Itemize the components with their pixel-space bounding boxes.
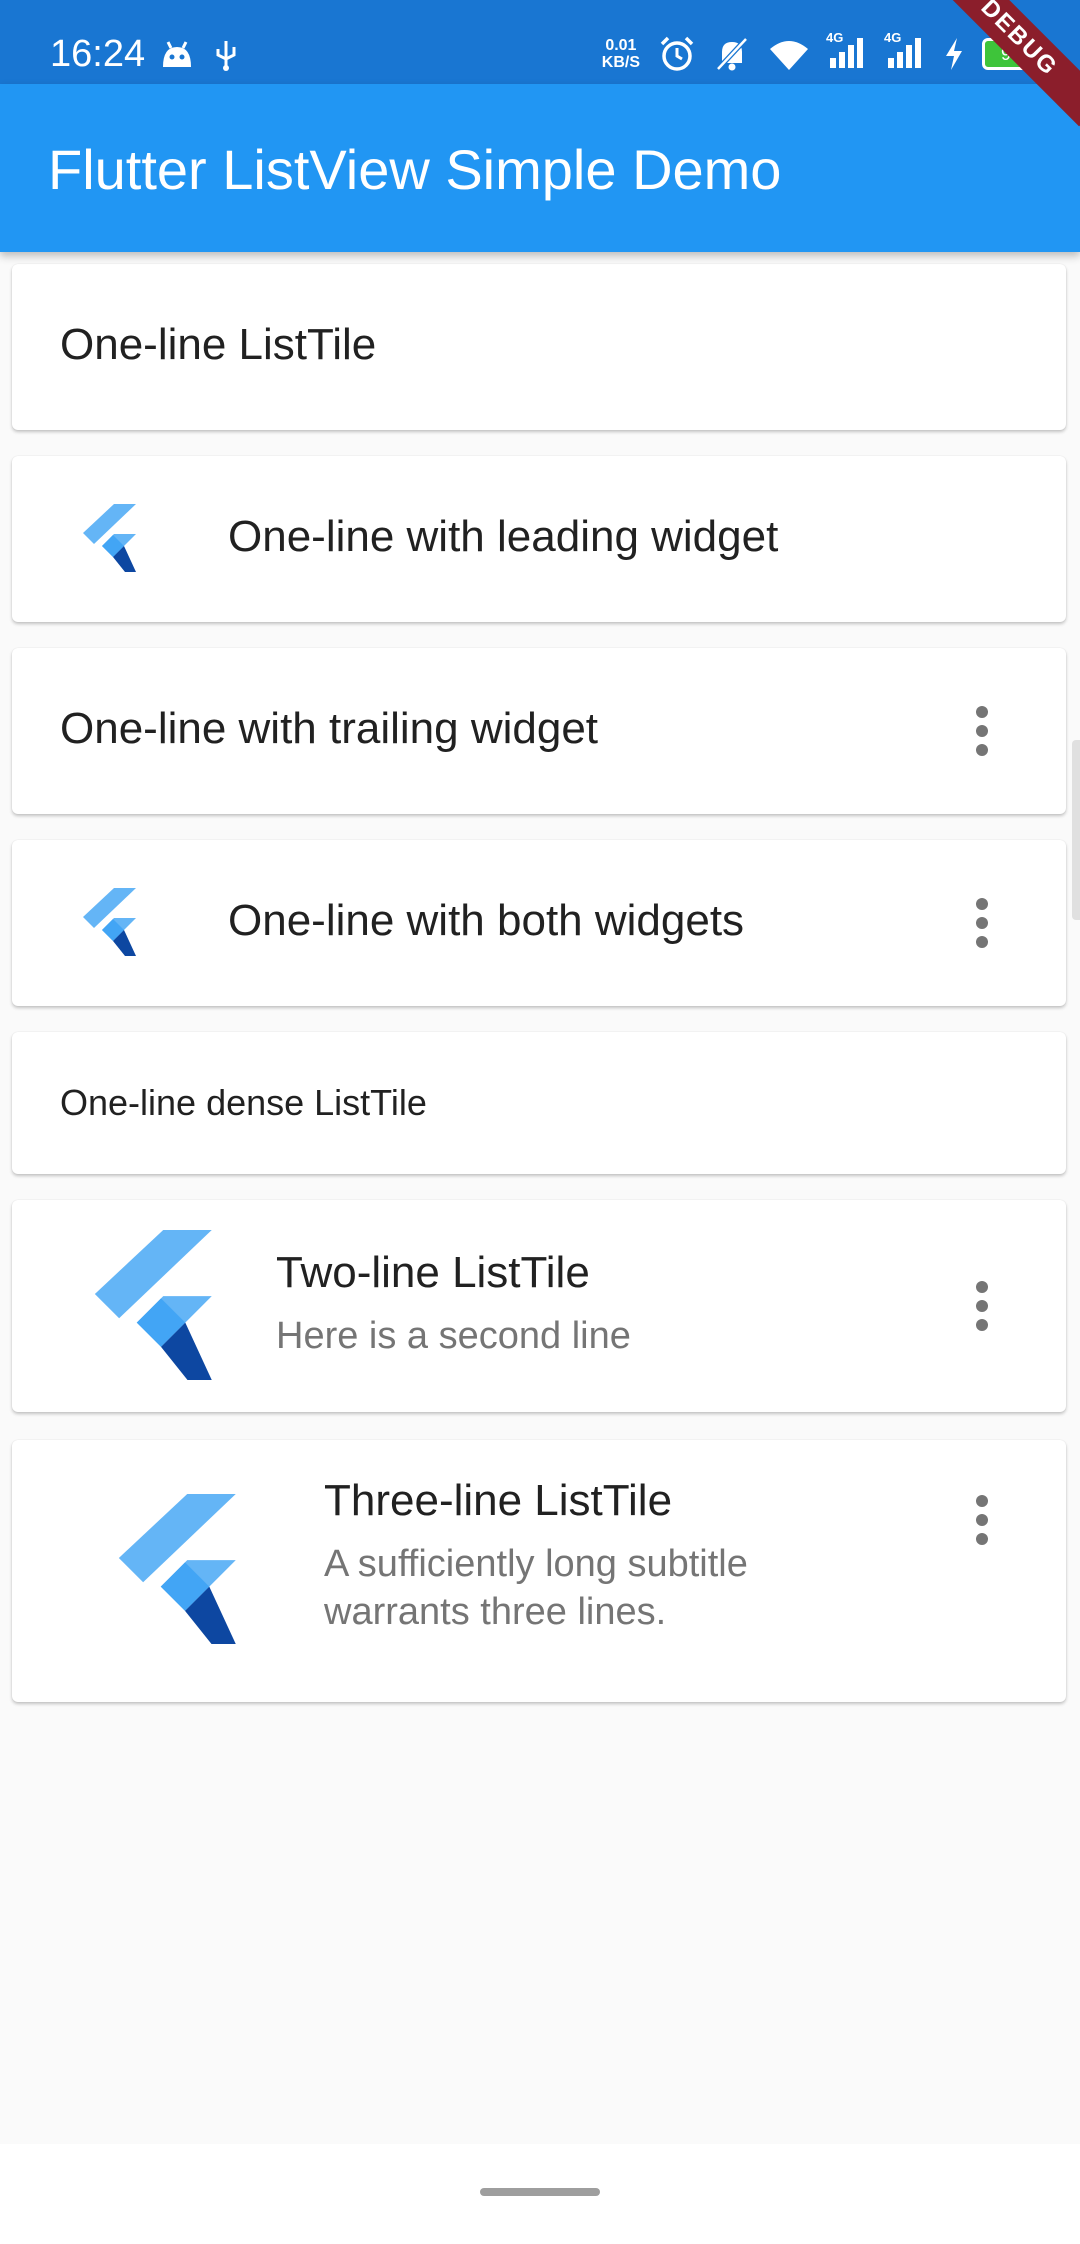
flutter-logo-icon (118, 1494, 236, 1644)
app-bar: Flutter ListView Simple Demo (0, 84, 1080, 252)
list-item-title: One-line ListTile (60, 320, 377, 369)
list-item-subtitle-line-1: A sufficiently long subtitle (324, 1543, 748, 1585)
list-item-title: Three-line ListTile (324, 1476, 673, 1525)
list-item[interactable]: One-line ListTile (12, 264, 1066, 430)
net-speed-unit: KB/S (601, 54, 640, 71)
flutter-logo-icon (83, 504, 136, 572)
notifications-off-icon (716, 37, 748, 71)
flutter-logo-icon (94, 1230, 212, 1380)
more-vert-icon[interactable] (962, 1480, 1002, 1560)
status-time: 16:24 (50, 33, 146, 75)
net-speed: 0.01 KB/S (602, 37, 640, 71)
list-item-subtitle: Here is a second line (276, 1315, 631, 1357)
usb-icon (216, 41, 236, 71)
signal-group-1: 4G (826, 30, 868, 73)
charging-icon (946, 38, 962, 70)
status-bar: 16:24 0.01 KB/S 4G 4G DEBUG (0, 0, 1080, 127)
list-item[interactable]: One-line with leading widget (12, 456, 1066, 622)
android-icon (163, 41, 191, 67)
list-item[interactable]: One-line dense ListTile (12, 1032, 1066, 1174)
scrollbar[interactable] (1072, 740, 1080, 920)
list-item[interactable]: One-line with trailing widget (12, 648, 1066, 814)
page-title: Flutter ListView Simple Demo (48, 138, 782, 201)
list-item[interactable]: Three-line ListTile A sufficiently long … (12, 1440, 1066, 1702)
status-right-icons: 0.01 KB/S 4G 4G (602, 30, 1045, 78)
flutter-logo-icon (83, 888, 136, 956)
list-item-title: Two-line ListTile (276, 1248, 590, 1297)
signal-1-label: 4G (826, 29, 844, 45)
more-vert-icon[interactable] (962, 883, 1002, 963)
net-speed-value: 0.01 (605, 37, 637, 54)
list-item[interactable]: One-line with both widgets (12, 840, 1066, 1006)
more-vert-icon[interactable] (962, 691, 1002, 771)
signal-2-label: 4G (884, 29, 902, 45)
list-item-title: One-line with trailing widget (60, 704, 599, 753)
wifi-icon (770, 41, 808, 70)
list-item-title: One-line with both widgets (228, 896, 745, 945)
list-item-subtitle-line-2: warrants three lines. (324, 1591, 667, 1633)
list-item-title: One-line with leading widget (228, 512, 779, 561)
navigation-bar (0, 2144, 1080, 2244)
list-item[interactable]: Two-line ListTile Here is a second line (12, 1200, 1066, 1412)
list-item-title: One-line dense ListTile (60, 1082, 427, 1123)
signal-group-2: 4G (884, 30, 926, 73)
more-vert-icon[interactable] (962, 1266, 1002, 1346)
status-left-icons (160, 30, 238, 78)
home-gesture-handle[interactable] (480, 2188, 600, 2196)
alarm-icon (660, 36, 694, 71)
